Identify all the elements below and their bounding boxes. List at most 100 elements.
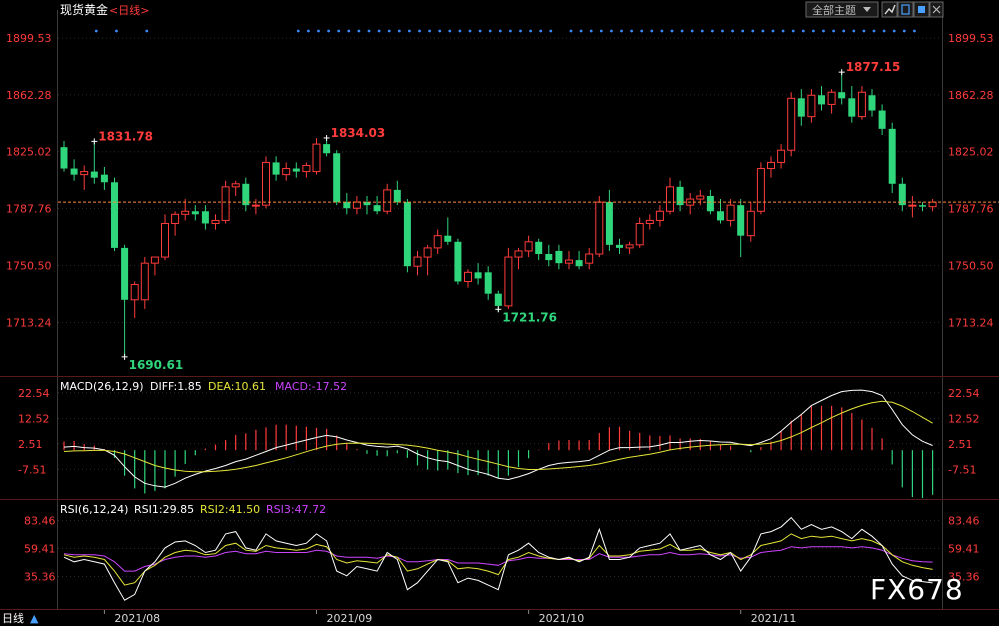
page-icon[interactable] [897,1,914,18]
signal-dot [842,29,846,33]
candle-body [746,210,755,237]
signal-dot [509,29,512,33]
signal-dot [94,29,98,33]
price-tick-left: 1750.50 [6,259,52,272]
rsi-header: RSI(6,12,24) RSI1:29.85 RSI2:41.50 RSI3:… [60,503,326,516]
candle-body [323,144,331,154]
candle-body [333,153,341,203]
signal-dots [94,29,916,33]
signal-dot [771,29,775,33]
price-tick-right: 1862.28 [948,89,994,102]
signal-dot [448,29,452,33]
signal-dot [569,29,573,33]
candle-body [878,110,886,129]
signal-dot [458,29,462,33]
rsi2-line [63,533,933,586]
candle-body [585,253,594,264]
rsi-tick-left: 59.41 [24,543,56,556]
candle-body [373,205,381,212]
macd-tick-right: 22.54 [948,387,980,400]
candle-body [565,259,573,264]
price-annotation: 1721.76 [502,310,557,324]
signal-dot [620,29,623,33]
signal-dot [801,29,805,33]
date-label: 2021/09 [327,612,373,625]
macd-value-label: MACD:-17.52 [275,380,347,393]
signal-dot [115,29,118,33]
signal-dot [761,29,765,33]
signal-dot [579,29,583,33]
macd-tick-left: 2.51 [18,438,43,451]
signal-dot [791,29,795,33]
candle-body [737,205,745,236]
signal-dot [599,29,603,33]
signal-dot [852,29,856,33]
candle-body [635,222,644,246]
period-selector-label: 日线 [2,611,24,625]
candle-body [231,183,240,188]
close-icon[interactable] [929,1,944,18]
macd-tick-right: -7.51 [948,463,976,476]
period-label: <日线> [109,3,149,17]
signal-dot [892,29,896,33]
square-icon[interactable] [913,1,930,18]
candle-body [555,250,563,264]
price-tick-right: 1825.02 [948,146,994,159]
rsi-tick-right: 83.46 [948,515,980,528]
candle-body [464,271,472,282]
price-annotation: 1690.61 [129,358,184,372]
theme-button[interactable]: 全部主题 [805,1,879,18]
rsi3-label: RSI3:47.72 [266,503,326,516]
macd-header: MACD(26,12,9) DIFF:1.85 DEA:10.61 MACD:-… [60,380,347,393]
signal-dot [367,29,371,33]
candle-body [80,171,89,176]
candle-body [201,211,209,224]
candle-body [616,244,623,248]
signal-dot [781,29,785,33]
candle-body [908,204,917,207]
candle-body [575,260,583,267]
candle-body [504,256,513,307]
candle-body [211,219,220,224]
candle-body [717,211,724,221]
candle-body [251,204,260,207]
candle-body [535,241,543,254]
candle-body [140,262,149,301]
rsi-lines [63,516,933,601]
price-tick-left: 1862.28 [6,89,52,102]
candle-body [70,168,78,175]
header: 现货黄金 <日线> 全部主题 [60,1,944,18]
signal-dot [660,29,664,33]
candle-body [454,241,462,282]
candle-body [645,219,654,224]
chart-up-icon[interactable] [881,1,898,18]
macd-tick-left: -7.51 [18,463,46,476]
period-selector-arrow: ▲ [30,612,39,625]
signal-dot [741,29,745,33]
signal-dot [640,29,644,33]
price-tick-left: 1787.76 [6,203,52,216]
signal-dot [307,29,310,33]
candle-body [868,95,876,111]
candle-body [312,143,321,173]
signal-dot [317,29,320,33]
period-selector[interactable]: 日线 ▲ [2,611,39,625]
price-tick-left: 1825.02 [6,146,52,159]
signal-dot [357,29,361,33]
signal-dot [721,29,724,33]
date-axis: 2021/08 2021/09 2021/10 2021/11 [103,610,796,625]
signal-dot [327,29,330,33]
candle-body [726,204,735,221]
candle-body [494,293,502,306]
candle-body [928,201,937,208]
signal-dot [468,29,472,33]
candle-body [625,244,634,249]
candle-body [605,202,613,245]
candle-body [393,189,401,203]
candle-body [403,202,411,267]
date-label: 2021/08 [114,612,160,625]
price-annotation: 1831.78 [98,129,153,143]
candle-body [121,247,129,300]
candle-body [221,186,230,221]
macd-diff-label: DIFF:1.85 [150,380,202,393]
